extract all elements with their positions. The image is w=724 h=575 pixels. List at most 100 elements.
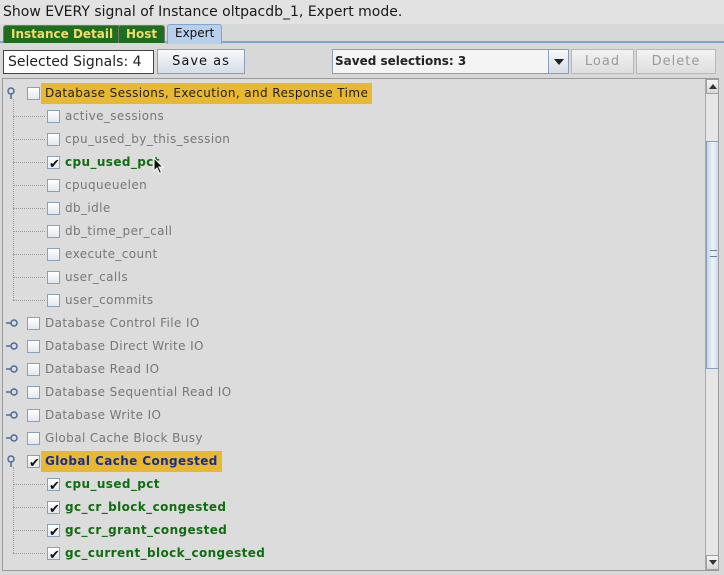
tree-group-row[interactable]: Database Control File IO [3,312,703,335]
tree-signal-row[interactable]: cpu_used_by_this_session [3,128,703,151]
toolbar: Selected Signals: 4 Save as Saved select… [0,46,724,76]
tree-guide-line [13,99,14,300]
delete-button[interactable]: Delete [636,49,716,74]
expand-toggle-icon[interactable] [6,317,18,329]
tree-signal-row[interactable]: ✔ gc_cr_grant_congested [3,519,703,542]
group-checkbox[interactable]: ✔ [27,455,40,471]
checkmark-icon: ✔ [49,479,60,494]
window-title: Show EVERY signal of Instance oltpacdb_1… [0,0,724,24]
signal-checkbox[interactable]: ✔ [47,478,60,494]
tree-signal-label: active_sessions [65,109,165,123]
group-checkbox[interactable] [27,317,40,330]
tree-signal-row[interactable]: ✔ cpu_used_pct [3,473,703,496]
group-checkbox[interactable] [27,432,40,445]
signal-checkbox[interactable] [47,202,60,215]
signal-checkbox[interactable] [47,294,60,307]
signal-checkbox[interactable] [47,110,60,123]
vertical-scrollbar[interactable] [705,79,718,570]
load-button[interactable]: Load [571,49,634,74]
tree-guide-line [13,277,45,278]
tree-group-row[interactable]: ✔ Global Cache Congested [3,450,703,473]
collapse-toggle-icon[interactable] [6,455,18,467]
tree-signal-row[interactable]: ✔ gc_cr_block_congested [3,496,703,519]
tree-guide-line [13,231,45,232]
tree-signal-row[interactable]: cpuqueuelen [3,174,703,197]
tree-signal-row[interactable]: user_calls [3,266,703,289]
tree-guide-line [13,300,45,301]
tree-group-label: Database Sequential Read IO [45,385,232,399]
tree-group-label: Database Write IO [45,408,162,422]
tree-signal-label: cpu_used_pct [65,477,160,491]
checkmark-icon: ✔ [49,502,60,517]
tree-guide-line [13,208,45,209]
scroll-up-icon[interactable] [706,79,718,94]
signal-checkbox[interactable]: ✔ [47,524,60,540]
tree-signal-label: gc_cr_block_congested [65,500,227,514]
tree-guide-line [13,467,14,553]
tree-guide-line [13,162,45,163]
group-checkbox[interactable] [27,363,40,376]
tab-host[interactable]: Host [118,25,166,43]
saved-selections-dropdown[interactable]: Saved selections: 3 [332,49,569,74]
tree-signal-row[interactable]: execute_count [3,243,703,266]
tree-group-label: Global Cache Congested [41,451,222,472]
signal-checkbox[interactable] [47,133,60,146]
save-as-button[interactable]: Save as [157,49,245,74]
tree-signal-row[interactable]: ✔ gc_current_block_congested [3,542,703,565]
group-checkbox[interactable] [27,87,40,100]
tree-signal-label: cpuqueuelen [65,178,148,192]
signal-checkbox[interactable] [47,225,60,238]
tree-signal-label: execute_count [65,247,158,261]
tree-guide-line [13,507,45,508]
tree-signal-row[interactable]: db_idle [3,197,703,220]
checkmark-icon: ✔ [49,157,60,172]
checkmark-icon: ✔ [49,548,60,563]
tree-signal-row[interactable]: ✔ cpu_used_pct [3,151,703,174]
signal-checkbox[interactable]: ✔ [47,547,60,563]
tree-signal-label: db_time_per_call [65,224,173,238]
tree-guide-line [13,553,45,554]
signal-checkbox[interactable]: ✔ [47,501,60,517]
grip-icon [710,250,717,257]
collapse-toggle-icon[interactable] [6,87,18,99]
tab-strip: Instance Detail Host Expert [0,24,724,44]
tree-guide-line [13,139,45,140]
group-checkbox[interactable] [27,386,40,399]
tree-group-label: Database Control File IO [45,316,200,330]
tree-signal-row[interactable]: active_sessions [3,105,703,128]
expand-toggle-icon[interactable] [6,363,18,375]
tree-signal-row[interactable]: db_time_per_call [3,220,703,243]
expand-toggle-icon[interactable] [6,340,18,352]
saved-selections-value: Saved selections: 3 [335,54,467,68]
group-checkbox[interactable] [27,340,40,353]
tree-signal-label: gc_cr_grant_congested [65,523,228,537]
tree-group-row[interactable]: Database Sessions, Execution, and Respon… [3,82,703,105]
tree-signal-label: db_idle [65,201,111,215]
signal-checkbox[interactable] [47,271,60,284]
tree-group-row[interactable]: Global Cache Block Busy [3,427,703,450]
expand-toggle-icon[interactable] [6,386,18,398]
group-checkbox[interactable] [27,409,40,422]
tree-guide-line [13,116,45,117]
tab-expert[interactable]: Expert [167,24,223,44]
chevron-down-icon[interactable] [548,50,568,73]
scrollbar-thumb[interactable] [706,141,718,369]
tree-guide-line [13,530,45,531]
scroll-down-icon[interactable] [706,555,718,570]
tab-instance-detail[interactable]: Instance Detail [3,25,122,43]
signal-checkbox[interactable]: ✔ [47,156,60,172]
tree-guide-line [13,254,45,255]
tree-signal-row[interactable]: user_commits [3,289,703,312]
tree-group-row[interactable]: Database Read IO [3,358,703,381]
signal-checkbox[interactable] [47,179,60,192]
tree-group-row[interactable]: Database Sequential Read IO [3,381,703,404]
expand-toggle-icon[interactable] [6,432,18,444]
selected-signals-count: Selected Signals: 4 [3,50,154,74]
tree-group-row[interactable]: Database Write IO [3,404,703,427]
expert-window: Show EVERY signal of Instance oltpacdb_1… [0,0,724,575]
tree-group-label: Database Read IO [45,362,160,376]
tree-group-label: Global Cache Block Busy [45,431,203,445]
expand-toggle-icon[interactable] [6,409,18,421]
tree-group-row[interactable]: Database Direct Write IO [3,335,703,358]
signal-checkbox[interactable] [47,248,60,261]
